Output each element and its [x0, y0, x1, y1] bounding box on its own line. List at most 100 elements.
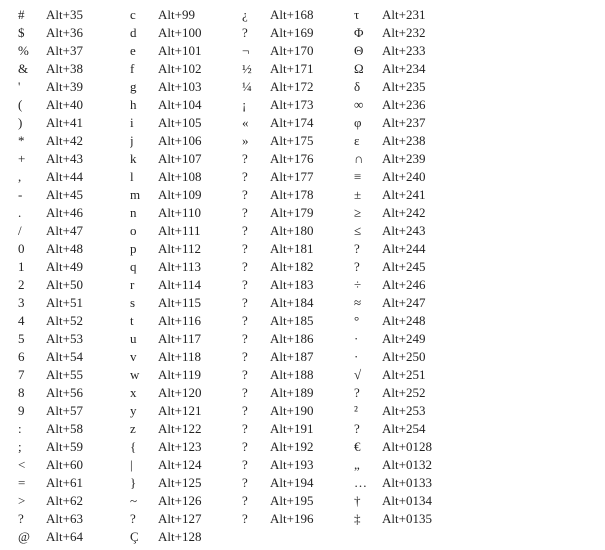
table-row: ?Alt+169	[242, 24, 344, 42]
character-cell: v	[130, 348, 158, 366]
character-cell: )	[18, 114, 46, 132]
altcode-cell: Alt+189	[270, 384, 344, 402]
altcode-cell: Alt+234	[382, 60, 456, 78]
table-row: ?Alt+177	[242, 168, 344, 186]
table-row: 3Alt+51	[18, 294, 120, 312]
character-cell: ?	[242, 492, 270, 510]
table-row: ?Alt+195	[242, 492, 344, 510]
character-cell: u	[130, 330, 158, 348]
table-row: %Alt+37	[18, 42, 120, 60]
table-row: yAlt+121	[130, 402, 232, 420]
table-row: ?Alt+178	[242, 186, 344, 204]
character-cell: »	[242, 132, 270, 150]
character-cell: %	[18, 42, 46, 60]
altcode-cell: Alt+52	[46, 312, 120, 330]
character-cell: ?	[242, 348, 270, 366]
table-row: tAlt+116	[130, 312, 232, 330]
altcode-cell: Alt+0135	[382, 510, 456, 528]
character-cell: ≈	[354, 294, 382, 312]
altcode-cell: Alt+111	[158, 222, 232, 240]
character-cell: 7	[18, 366, 46, 384]
column-2: cAlt+99dAlt+100eAlt+101fAlt+102gAlt+103h…	[130, 6, 232, 546]
character-cell: ?	[242, 24, 270, 42]
table-row: hAlt+104	[130, 96, 232, 114]
table-row: <Alt+60	[18, 456, 120, 474]
character-cell: ?	[242, 420, 270, 438]
altcode-cell: Alt+108	[158, 168, 232, 186]
table-row: €Alt+0128	[354, 438, 456, 456]
character-cell: ²	[354, 402, 382, 420]
altcode-cell: Alt+246	[382, 276, 456, 294]
character-cell: {	[130, 438, 158, 456]
table-row: |Alt+124	[130, 456, 232, 474]
character-cell: ?	[242, 276, 270, 294]
character-cell: ;	[18, 438, 46, 456]
altcode-cell: Alt+104	[158, 96, 232, 114]
table-row: 7Alt+55	[18, 366, 120, 384]
altcode-cell: Alt+195	[270, 492, 344, 510]
character-cell: 5	[18, 330, 46, 348]
altcode-cell: Alt+190	[270, 402, 344, 420]
character-cell: &	[18, 60, 46, 78]
character-cell: …	[354, 474, 382, 492]
altcode-cell: Alt+181	[270, 240, 344, 258]
table-row: {Alt+123	[130, 438, 232, 456]
table-row: ?Alt+185	[242, 312, 344, 330]
table-row: #Alt+35	[18, 6, 120, 24]
character-cell: ?	[242, 510, 270, 528]
character-cell: ½	[242, 60, 270, 78]
altcode-cell: Alt+233	[382, 42, 456, 60]
altcode-cell: Alt+57	[46, 402, 120, 420]
column-1: #Alt+35$Alt+36%Alt+37&Alt+38'Alt+39(Alt+…	[18, 6, 120, 546]
table-row: ÷Alt+246	[354, 276, 456, 294]
character-cell: 2	[18, 276, 46, 294]
altcode-cell: Alt+0132	[382, 456, 456, 474]
altcode-cell: Alt+192	[270, 438, 344, 456]
altcode-cell: Alt+240	[382, 168, 456, 186]
table-row: lAlt+108	[130, 168, 232, 186]
character-cell: 6	[18, 348, 46, 366]
altcode-cell: Alt+235	[382, 78, 456, 96]
table-row: ?Alt+254	[354, 420, 456, 438]
character-cell: 8	[18, 384, 46, 402]
table-row: ∩Alt+239	[354, 150, 456, 168]
altcode-cell: Alt+244	[382, 240, 456, 258]
character-cell: ?	[242, 312, 270, 330]
table-row: «Alt+174	[242, 114, 344, 132]
altcode-cell: Alt+44	[46, 168, 120, 186]
altcode-cell: Alt+242	[382, 204, 456, 222]
altcode-cell: Alt+45	[46, 186, 120, 204]
table-row: ²Alt+253	[354, 402, 456, 420]
table-row: wAlt+119	[130, 366, 232, 384]
altcode-cell: Alt+125	[158, 474, 232, 492]
table-row: ?Alt+180	[242, 222, 344, 240]
character-cell: €	[354, 438, 382, 456]
character-cell: f	[130, 60, 158, 78]
character-cell: °	[354, 312, 382, 330]
altcode-cell: Alt+38	[46, 60, 120, 78]
altcode-cell: Alt+254	[382, 420, 456, 438]
altcode-cell: Alt+62	[46, 492, 120, 510]
altcode-cell: Alt+191	[270, 420, 344, 438]
altcode-cell: Alt+182	[270, 258, 344, 276]
altcode-cell: Alt+0133	[382, 474, 456, 492]
altcode-cell: Alt+47	[46, 222, 120, 240]
altcode-cell: Alt+109	[158, 186, 232, 204]
altcode-cell: Alt+114	[158, 276, 232, 294]
character-cell: ∩	[354, 150, 382, 168]
table-row: zAlt+122	[130, 420, 232, 438]
table-row: ≈Alt+247	[354, 294, 456, 312]
altcode-cell: Alt+194	[270, 474, 344, 492]
table-row: 1Alt+49	[18, 258, 120, 276]
character-cell: ·	[354, 348, 382, 366]
character-cell: s	[130, 294, 158, 312]
table-row: qAlt+113	[130, 258, 232, 276]
character-cell: †	[354, 492, 382, 510]
table-row: nAlt+110	[130, 204, 232, 222]
table-row: vAlt+118	[130, 348, 232, 366]
table-row: iAlt+105	[130, 114, 232, 132]
altcode-cell: Alt+123	[158, 438, 232, 456]
altcode-cell: Alt+60	[46, 456, 120, 474]
altcode-cell: Alt+170	[270, 42, 344, 60]
table-row: /Alt+47	[18, 222, 120, 240]
